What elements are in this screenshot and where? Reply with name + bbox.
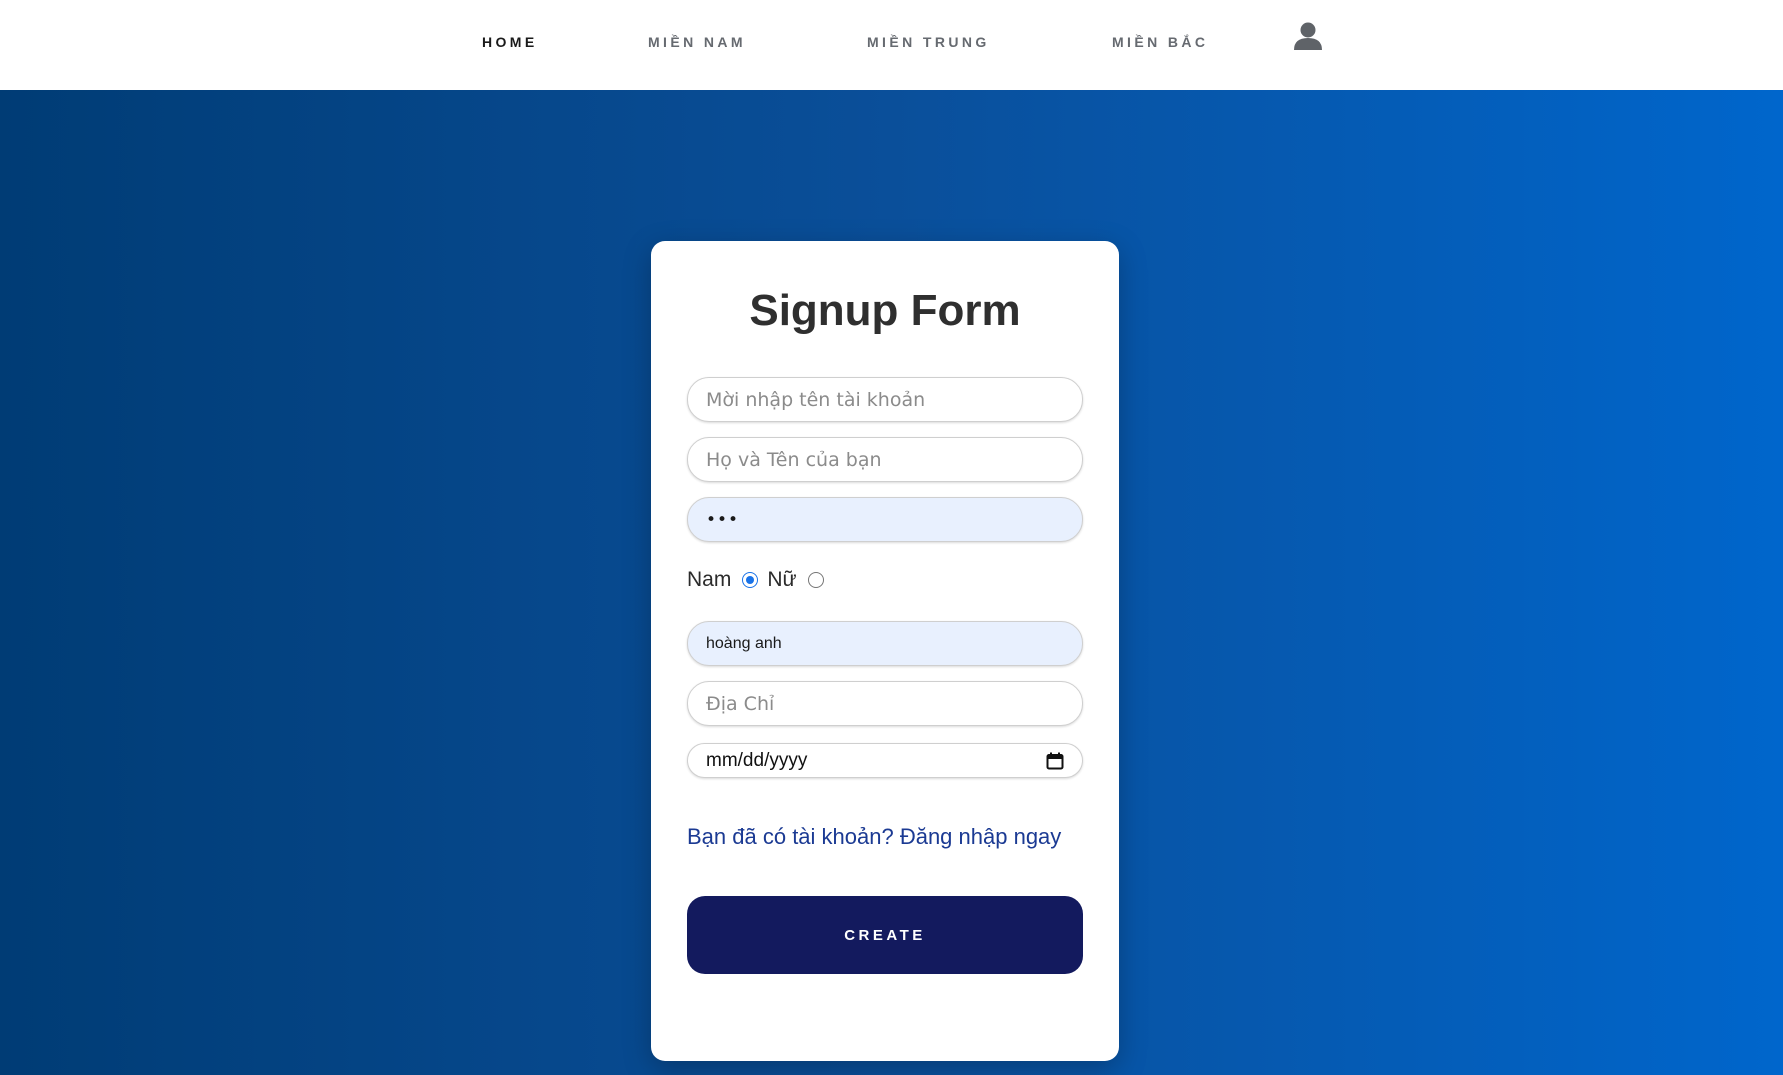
top-navigation-bar: HOME MIỀN NAM MIỀN TRUNG MIỀN BẮC <box>0 0 1783 90</box>
birthdate-input[interactable]: mm/dd/yyyy <box>687 743 1083 778</box>
gender-group: Nam Nữ <box>687 566 833 594</box>
password-input[interactable] <box>687 497 1083 542</box>
user-icon[interactable] <box>1292 20 1324 52</box>
create-button[interactable]: CREATE <box>687 896 1083 974</box>
nav-mien-nam[interactable]: MIỀN NAM <box>648 34 746 50</box>
nav-mien-trung[interactable]: MIỀN TRUNG <box>867 34 990 50</box>
calendar-icon[interactable] <box>1046 752 1064 770</box>
address-input[interactable] <box>687 681 1083 726</box>
nav-home[interactable]: HOME <box>482 34 538 50</box>
fullname-input[interactable] <box>687 437 1083 482</box>
form-title: Signup Form <box>749 286 1021 335</box>
nav-mien-bac[interactable]: MIỀN BẮC <box>1112 34 1208 50</box>
name-input[interactable] <box>687 621 1083 666</box>
signup-card: Signup Form Nam Nữ mm/dd/yyyy Bạn đã có … <box>651 241 1119 1061</box>
username-input[interactable] <box>687 377 1083 422</box>
gender-label-nu: Nữ <box>767 568 797 591</box>
gender-radio-nu[interactable] <box>807 572 824 588</box>
login-link[interactable]: Bạn đã có tài khoản? Đăng nhập ngay <box>687 824 1061 850</box>
gender-label-nam: Nam <box>687 568 732 591</box>
gender-radio-nam[interactable] <box>742 572 759 588</box>
birthdate-placeholder: mm/dd/yyyy <box>706 749 808 771</box>
